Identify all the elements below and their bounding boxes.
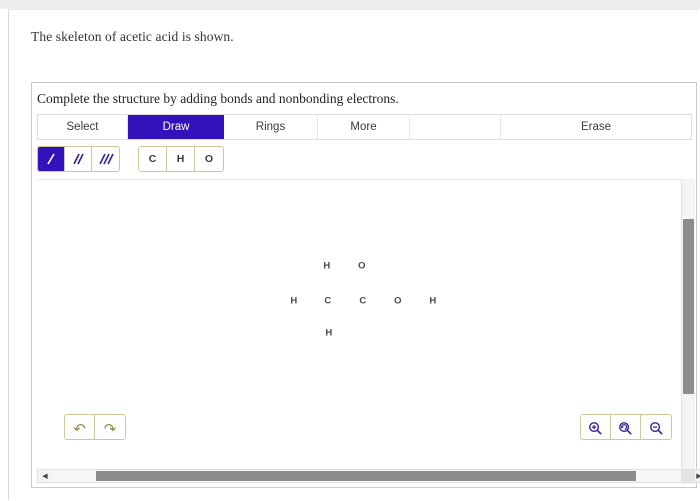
- horizontal-scroll-track[interactable]: [52, 470, 692, 482]
- atom-label-h-6[interactable]: H: [429, 296, 436, 307]
- redo-button[interactable]: ↷: [95, 415, 125, 439]
- editor-tab-bar: Select Draw Rings More Erase: [37, 114, 692, 140]
- zoom-reset-button[interactable]: [611, 415, 641, 439]
- redo-arrow-icon: ↷: [103, 420, 117, 438]
- undo-arrow-icon: ↶: [73, 420, 86, 438]
- panel-instruction: Complete the structure by adding bonds a…: [37, 91, 399, 106]
- zoom-in-button[interactable]: [581, 415, 611, 439]
- page-frame: The skeleton of acetic acid is shown. Co…: [8, 9, 700, 500]
- atom-label-c-4[interactable]: C: [359, 296, 366, 307]
- history-button-group: ↶ ↷: [64, 414, 126, 440]
- tab-more[interactable]: More: [318, 115, 410, 139]
- double-bond-button[interactable]: [65, 147, 92, 171]
- atom-label-h-2[interactable]: H: [290, 296, 297, 307]
- atom-label-c-3[interactable]: C: [324, 296, 331, 307]
- page-prompt: The skeleton of acetic acid is shown.: [31, 29, 234, 44]
- atom-label-o-1[interactable]: O: [358, 261, 366, 272]
- zoom-out-button[interactable]: [641, 415, 671, 439]
- scrollbar-corner: [681, 469, 695, 483]
- horizontal-scroll-thumb[interactable]: [96, 471, 636, 481]
- tab-rings[interactable]: Rings: [224, 115, 318, 139]
- draw-toolbar: C H O: [37, 145, 224, 173]
- magnifier-reset-icon: [618, 421, 633, 436]
- zoom-button-group: [580, 414, 672, 440]
- tab-bar-spacer: [410, 115, 501, 139]
- atom-label-h-0[interactable]: H: [323, 261, 330, 272]
- tab-select[interactable]: Select: [38, 115, 128, 139]
- triple-bond-button[interactable]: [92, 147, 119, 171]
- element-button-hydrogen[interactable]: H: [167, 147, 195, 171]
- scroll-left-arrow-icon[interactable]: ◀: [38, 470, 52, 482]
- single-slash-icon: [44, 151, 58, 167]
- single-bond-button[interactable]: [38, 147, 65, 171]
- canvas-vertical-scrollbar[interactable]: ▼: [681, 179, 695, 484]
- canvas-horizontal-scrollbar[interactable]: ◀ ▶: [37, 469, 700, 483]
- magnifier-plus-icon: [588, 421, 603, 436]
- bond-tool-group: [37, 146, 120, 172]
- magnifier-minus-icon: [649, 421, 664, 436]
- undo-button[interactable]: ↶: [65, 415, 95, 439]
- atom-label-o-5[interactable]: O: [394, 296, 402, 307]
- element-button-oxygen[interactable]: O: [195, 147, 223, 171]
- tab-erase[interactable]: Erase: [501, 115, 691, 139]
- double-slash-icon: [71, 151, 85, 167]
- window-top-strip: [0, 0, 700, 9]
- molecule-editor-panel: Complete the structure by adding bonds a…: [31, 82, 700, 488]
- vertical-scroll-thumb[interactable]: [683, 219, 694, 394]
- atom-label-h-7[interactable]: H: [325, 328, 332, 339]
- triple-slash-icon: [98, 151, 114, 167]
- element-tool-group: C H O: [138, 146, 224, 172]
- element-button-carbon[interactable]: C: [139, 147, 167, 171]
- tab-draw[interactable]: Draw: [128, 115, 224, 139]
